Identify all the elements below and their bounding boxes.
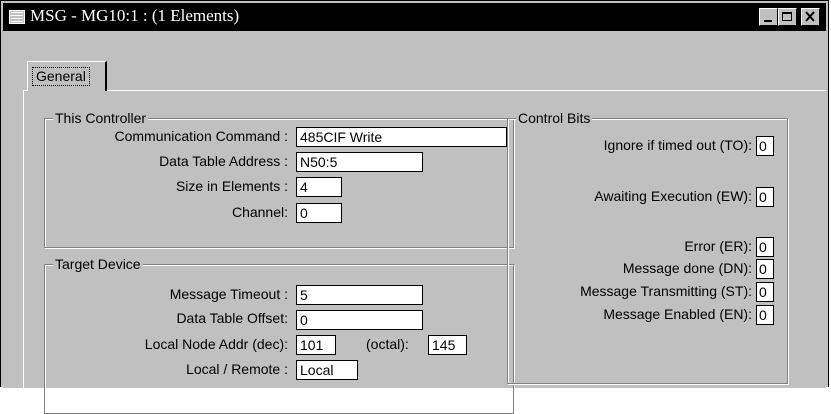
channel-field[interactable]: 0 — [296, 203, 342, 223]
target-device-title: Target Device — [53, 255, 143, 273]
minimize-icon — [764, 20, 772, 22]
data-table-address-field[interactable]: N50:5 — [296, 152, 423, 172]
local-node-addr-field[interactable]: 101 — [296, 335, 336, 355]
error-label: Error (ER): — [684, 238, 752, 254]
awaiting-execution-field[interactable]: 0 — [756, 187, 774, 207]
data-table-offset-field[interactable]: 0 — [296, 310, 423, 330]
size-in-elements-field[interactable]: 4 — [296, 177, 342, 197]
data-table-address-label: Data Table Address : — [159, 153, 288, 169]
data-table-offset-label: Data Table Offset: — [176, 310, 288, 326]
tab-general-label: General — [32, 67, 90, 86]
local-remote-label: Local / Remote : — [186, 361, 288, 377]
msg-window: MSG - MG10:1 : (1 Elements) General This… — [0, 0, 829, 414]
minimize-button[interactable] — [759, 8, 778, 26]
message-transmitting-field[interactable]: 0 — [756, 282, 774, 302]
message-timeout-label: Message Timeout : — [169, 286, 288, 302]
tab-general[interactable]: General — [27, 61, 107, 91]
message-enabled-label: Message Enabled (EN): — [603, 306, 752, 322]
control-bits-title: Control Bits — [516, 109, 593, 127]
message-transmitting-label: Message Transmitting (ST): — [580, 283, 752, 299]
communication-command-label: Communication Command : — [114, 128, 288, 144]
tab-panel-general: This Controller Communication Command : … — [23, 90, 826, 414]
message-done-label: Message done (DN): — [622, 260, 752, 276]
awaiting-execution-label: Awaiting Execution (EW): — [594, 188, 752, 204]
ignore-if-timed-out-label: Ignore if timed out (TO): — [603, 137, 752, 153]
message-done-field[interactable]: 0 — [756, 259, 774, 279]
maximize-icon — [782, 12, 792, 21]
size-in-elements-label: Size in Elements : — [175, 178, 288, 194]
message-timeout-field[interactable]: 5 — [296, 285, 423, 305]
communication-command-field[interactable]: 485CIF Write — [296, 127, 507, 147]
close-icon — [805, 11, 815, 22]
title-bar[interactable]: MSG - MG10:1 : (1 Elements) — [3, 3, 826, 31]
octal-label: (octal): — [366, 336, 409, 352]
maximize-button[interactable] — [778, 8, 797, 26]
local-node-addr-label: Local Node Addr (dec): — [144, 336, 288, 352]
local-remote-field[interactable]: Local — [296, 360, 358, 380]
ignore-if-timed-out-field[interactable]: 0 — [756, 136, 774, 156]
octal-field[interactable]: 145 — [428, 335, 467, 355]
message-enabled-field[interactable]: 0 — [756, 305, 774, 325]
window-title: MSG - MG10:1 : (1 Elements) — [30, 6, 240, 25]
this-controller-group: This Controller Communication Command : … — [44, 109, 514, 248]
this-controller-title: This Controller — [53, 109, 149, 127]
target-device-group: Target Device Message Timeout : 5 Data T… — [44, 255, 514, 414]
error-field[interactable]: 0 — [756, 237, 774, 257]
channel-label: Channel: — [231, 204, 288, 220]
control-bits-group: Control Bits Ignore if timed out (TO): 0… — [507, 109, 788, 384]
close-button[interactable] — [801, 8, 820, 26]
dialog-content: General This Controller Communication Co… — [3, 32, 826, 414]
message-window-icon — [9, 9, 25, 25]
